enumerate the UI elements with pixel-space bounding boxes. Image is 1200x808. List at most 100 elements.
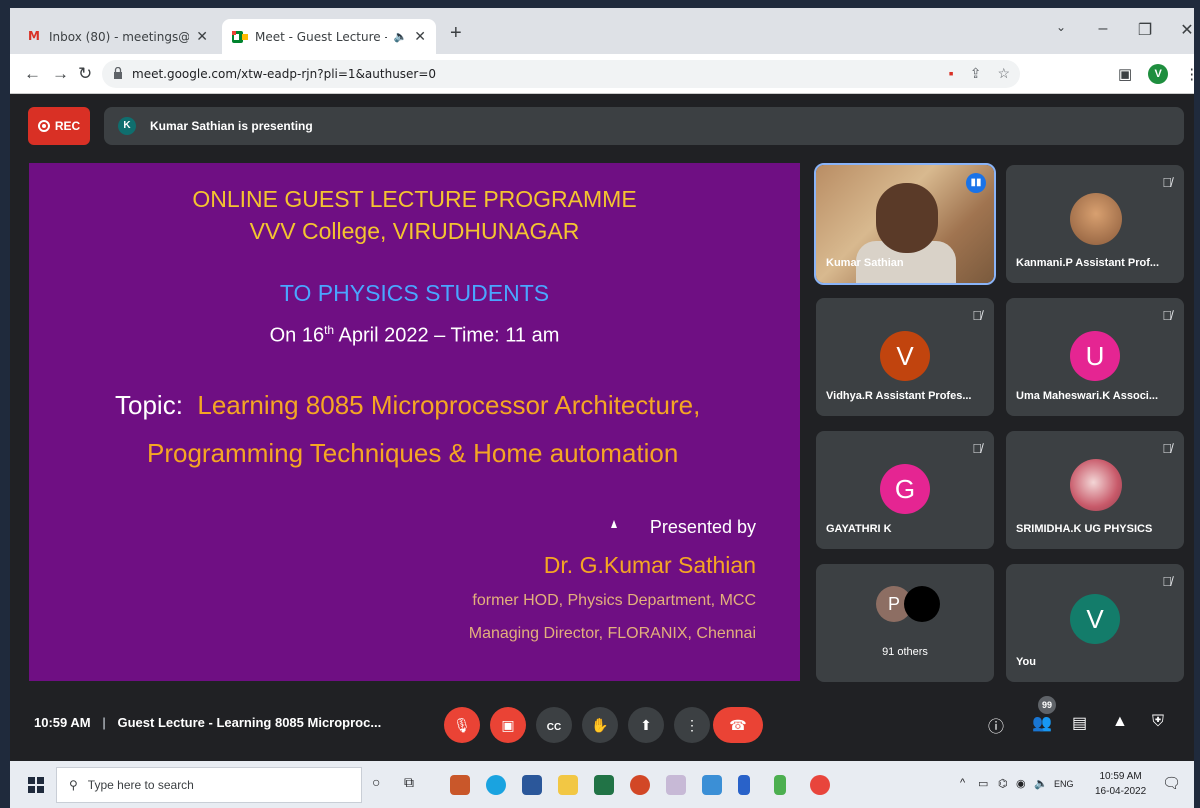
participant-tile[interactable]: 🎙̸ Kanmani.P Assistant Prof... [1006, 165, 1184, 283]
close-tab-icon[interactable]: ✕ [414, 29, 426, 45]
presenting-banner: K Kumar Sathian is presenting [104, 107, 1184, 145]
chrome-tray-icon[interactable]: ◉ [1016, 777, 1026, 790]
app-icon[interactable] [774, 775, 786, 795]
participant-name: You [1016, 656, 1036, 668]
battery-icon[interactable]: ▭ [978, 777, 988, 790]
chrome-alt-icon[interactable] [450, 775, 470, 795]
others-tile[interactable]: P 91 others [816, 564, 994, 682]
tray-chevron-icon[interactable]: ^ [960, 777, 965, 789]
more-options-button[interactable]: ⋮ [674, 707, 710, 743]
menu-kebab-icon[interactable]: ⋮ [1184, 65, 1194, 83]
participant-name: Uma Maheswari.K Associ... [1016, 390, 1159, 402]
address-bar-row: ← → ↻ meet.google.com/xtw-eadp-rjn?pli=1… [10, 54, 1194, 94]
url-text: meet.google.com/xtw-eadp-rjn?pli=1&authu… [132, 67, 437, 81]
tab-meet[interactable]: Meet - Guest Lecture - Lear 🔈 ✕ [222, 19, 436, 54]
participant-photo [1070, 459, 1122, 511]
windows-start-icon[interactable] [28, 777, 44, 793]
forward-icon[interactable]: → [52, 64, 69, 84]
share-icon[interactable]: ⇪ [970, 65, 982, 82]
minimize-icon[interactable]: – [1082, 20, 1124, 40]
close-tab-icon[interactable]: ✕ [196, 29, 208, 45]
speaker-icon[interactable]: 🔈 [394, 30, 408, 43]
slide-presented-by: Presented by [649, 517, 756, 537]
window-controls: ⌄ – ❐ ✕ [1040, 20, 1194, 40]
presenter-avatar: K [118, 117, 136, 135]
cortana-icon[interactable]: ○ [372, 774, 380, 790]
leave-call-button[interactable]: ☎ [713, 707, 763, 743]
presenting-text: Kumar Sathian is presenting [150, 119, 313, 133]
camera-off-button[interactable]: ▣ [490, 707, 526, 743]
tab-gmail[interactable]: M Inbox (80) - meetings@vvvcolleg ✕ [18, 19, 218, 54]
restore-icon[interactable]: ❐ [1124, 20, 1166, 40]
excel-icon[interactable] [594, 775, 614, 795]
search-placeholder: Type here to search [87, 778, 194, 792]
present-screen-icon: ⬆ [640, 717, 652, 733]
participant-tile[interactable]: 🎙̸ U Uma Maheswari.K Associ... [1006, 298, 1184, 416]
task-view-icon[interactable]: ⧉ [404, 774, 414, 791]
camera-blocked-icon[interactable]: ▪ [949, 65, 954, 82]
mic-muted-icon: 🎙̸ [972, 308, 982, 323]
chat-icon[interactable]: ▤ [1072, 713, 1087, 733]
app-icon[interactable] [738, 775, 750, 795]
file-explorer-icon[interactable] [558, 775, 578, 795]
edge-icon[interactable] [486, 775, 506, 795]
volume-icon[interactable]: 🔈 [1034, 777, 1048, 790]
taskbar-search-box[interactable]: ⚲ Type here to search [56, 767, 362, 803]
profile-avatar[interactable]: V [1148, 64, 1169, 84]
participant-tile[interactable]: 🎙̸ G GAYATHRI K [816, 431, 994, 549]
bookmark-star-icon[interactable]: ☆ [997, 65, 1010, 82]
captions-button[interactable]: CC [536, 707, 572, 743]
captions-icon: CC [546, 722, 562, 733]
meeting-info-icon[interactable]: ⓘ [988, 713, 1004, 737]
participant-tile[interactable]: 🎙̸ SRIMIDHA.K UG PHYSICS [1006, 431, 1184, 549]
participant-photo [1070, 193, 1122, 245]
close-window-icon[interactable]: ✕ [1166, 20, 1194, 40]
recording-badge[interactable]: REC [28, 107, 90, 145]
present-button[interactable]: ⬆ [628, 707, 664, 743]
chrome-icon[interactable] [810, 775, 830, 795]
paint-icon[interactable] [666, 775, 686, 795]
slide-college: VVV College, VIRUDHUNAGAR [249, 218, 580, 244]
word-icon[interactable] [522, 775, 542, 795]
self-tile[interactable]: 🎙̸ V You [1006, 564, 1184, 682]
search-icon: ⚲ [69, 778, 78, 792]
more-vertical-icon: ⋮ [685, 717, 699, 733]
slide-presenter-name: Dr. G.Kumar Sathian [543, 552, 756, 578]
participant-name: Vidhya.R Assistant Profes... [826, 390, 972, 402]
back-icon[interactable]: ← [24, 64, 41, 84]
powerpoint-icon[interactable] [630, 775, 650, 795]
tab-search-icon[interactable]: ⌄ [1040, 20, 1082, 40]
speaking-indicator-icon: ▮▮ [966, 173, 986, 193]
people-icon[interactable]: 👥 [1032, 713, 1052, 733]
slide-role-2: Managing Director, FLORANIX, Chennai [468, 625, 756, 642]
network-icon[interactable]: ⌬ [998, 777, 1008, 790]
new-tab-button[interactable]: + [450, 22, 462, 45]
participant-name: Kanmani.P Assistant Prof... [1016, 257, 1160, 269]
participant-tile[interactable]: ▮▮ Kumar Sathian [814, 163, 996, 285]
notifications-icon[interactable]: 🗨 [1162, 774, 1181, 792]
reload-icon[interactable]: ↻ [78, 64, 92, 84]
host-controls-icon[interactable]: ⛨ [1152, 713, 1164, 731]
mic-off-button[interactable]: 🎙 [444, 707, 480, 743]
clock-date: 16-04-2022 [1095, 786, 1147, 797]
participant-avatar: V [880, 331, 930, 381]
mic-muted-icon: 🎙̸ [1162, 175, 1172, 190]
taskbar-clock[interactable]: 10:59 AM 16-04-2022 [1095, 769, 1146, 799]
mic-muted-icon: 🎙̸ [1162, 574, 1172, 589]
shared-presentation: ONLINE GUEST LECTURE PROGRAMME VVV Colle… [29, 163, 800, 681]
meet-icon [232, 30, 248, 43]
raise-hand-button[interactable]: ✋ [582, 707, 618, 743]
meeting-control-bar: 10:59 AM | Guest Lecture - Learning 8085… [10, 693, 1194, 753]
windows-taskbar: ⚲ Type here to search ○ ⧉ ^ ▭ ⌬ ◉ 🔈 ENG … [10, 761, 1194, 808]
participant-photo [904, 586, 940, 622]
side-panel-icon[interactable]: ▣ [1118, 65, 1132, 83]
slide-date: On 16th April 2022 – Time: 11 am [269, 323, 560, 347]
participant-name: GAYATHRI K [826, 523, 892, 535]
url-bar[interactable]: meet.google.com/xtw-eadp-rjn?pli=1&authu… [102, 60, 1020, 88]
app-icon[interactable] [702, 775, 722, 795]
language-indicator[interactable]: ENG [1054, 779, 1074, 789]
meeting-title: Guest Lecture - Learning 8085 Microproc.… [117, 715, 382, 730]
activities-icon[interactable]: ▲ [1112, 713, 1128, 731]
tab-gmail-title: Inbox (80) - meetings@vvvcolleg [49, 29, 190, 44]
participant-tile[interactable]: 🎙̸ V Vidhya.R Assistant Profes... [816, 298, 994, 416]
